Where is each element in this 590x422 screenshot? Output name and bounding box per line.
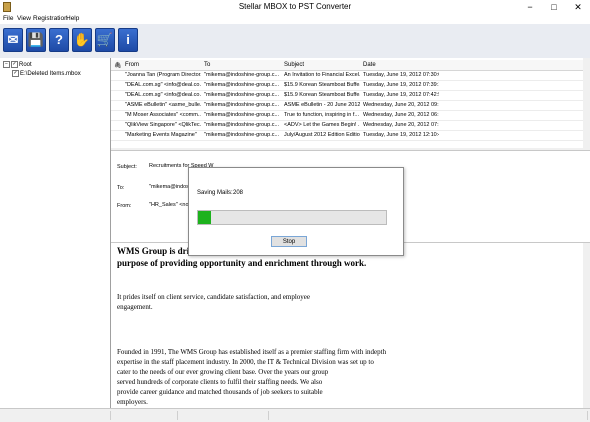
menu-bar: File View Registration Help xyxy=(0,14,590,24)
body-line: It prides itself on client service, cand… xyxy=(117,293,311,301)
from-cell: "M Moser Associates" <comm... xyxy=(125,112,201,118)
toolbar: ✉ 💾 ? ✋ 🛒 i xyxy=(0,24,590,59)
table-row[interactable]: "DEAL.com.sg" <info@deal.co... "mikema@in… xyxy=(111,81,583,91)
saving-count: 208 xyxy=(233,190,244,196)
status-segment xyxy=(0,411,111,420)
saving-label: Saving Mails: xyxy=(197,190,233,196)
body-line: served hundreds of corporate clients to … xyxy=(117,378,323,386)
menu-file[interactable]: File xyxy=(3,15,13,22)
help-icon[interactable]: ? xyxy=(49,28,69,52)
progress-fill xyxy=(198,211,212,224)
from-cell: "QlikView Singapore" <QlikTec... xyxy=(125,122,201,128)
date-cell: Tuesday, June 19, 2012 07:42:59 xyxy=(363,92,439,98)
close-button[interactable]: ✕ xyxy=(566,0,590,14)
attachment-icon[interactable]: 🖇 xyxy=(114,62,122,69)
body-line: Founded in 1991, The WMS Group has estab… xyxy=(117,348,387,356)
to-label: To: xyxy=(117,185,125,191)
status-segment xyxy=(269,411,588,420)
stop-button[interactable]: Stop xyxy=(271,236,307,247)
save-icon[interactable]: 💾 xyxy=(26,28,46,52)
tree-item-deleted-items[interactable]: ✓ E:\Deleted Items.mbox xyxy=(12,70,81,77)
from-cell: "Joanna Tan (Program Director... xyxy=(125,72,201,78)
body-line: engagement. xyxy=(117,303,153,311)
to-cell: "mikema@indoshine-group.c... xyxy=(204,132,280,138)
info-icon[interactable]: i xyxy=(118,28,138,52)
date-cell: Wednesday, June 20, 2012 06:3... xyxy=(363,112,439,118)
body-heading-2: purpose of providing opportunity and enr… xyxy=(117,258,367,268)
menu-view[interactable]: View xyxy=(17,15,31,22)
to-cell: "mikema@indoshine-group.c... xyxy=(204,102,280,108)
table-row[interactable]: "Marketing Events Magazine" "mikema@indos… xyxy=(111,131,583,141)
subject-cell: True to function, inspiring in f... xyxy=(284,112,359,118)
column-subject[interactable]: Subject xyxy=(284,62,304,68)
body-line: expertise in the staff placement industr… xyxy=(117,358,374,366)
status-bar xyxy=(0,408,590,422)
column-to[interactable]: To xyxy=(204,62,210,68)
list-header: 🖇 From To Subject Date xyxy=(111,60,583,71)
table-row[interactable]: "QlikView Singapore" <QlikTec... "mikema@… xyxy=(111,121,583,131)
cart-icon[interactable]: 🛒 xyxy=(95,28,115,52)
list-scrollbar[interactable] xyxy=(583,58,590,148)
table-row[interactable]: "ASME eBulletin" <asme_bulle... "mikema@i… xyxy=(111,101,583,111)
date-cell: Tuesday, June 19, 2012 07:30:08 xyxy=(363,72,439,78)
to-cell: "mikema@indoshine-group.c... xyxy=(204,82,280,88)
subject-cell: $15.9 Korean Steamboat Buffe... xyxy=(284,82,360,88)
status-segment xyxy=(111,411,178,420)
from-cell: "Marketing Events Magazine" xyxy=(125,132,197,138)
tree-root[interactable]: − ✓ Root xyxy=(3,61,32,68)
column-from[interactable]: From xyxy=(125,62,139,68)
table-row[interactable]: "M Moser Associates" <comm... "mikema@ind… xyxy=(111,111,583,121)
saving-dialog: Saving Mails: 208 Stop xyxy=(188,167,404,256)
date-cell: Tuesday, June 19, 2012 07:39:19 xyxy=(363,82,439,88)
to-cell: "mikema@indoshine-group.c... xyxy=(204,92,280,98)
to-cell: "mikema@indoshine-group.c... xyxy=(204,112,280,118)
title-bar: Stellar MBOX to PST Converter − □ ✕ xyxy=(0,0,590,14)
to-cell: "mikema@indoshine-group.c... xyxy=(204,72,280,78)
subject-cell: $15.9 Korean Steamboat Buffe... xyxy=(284,92,360,98)
to-cell: "mikema@indoshine-group.c... xyxy=(204,122,280,128)
subject-cell: An Invitation to Financial Excel... xyxy=(284,72,360,78)
folder-tree: − ✓ Root ✓ E:\Deleted Items.mbox xyxy=(0,58,111,408)
subject-cell: <ADV> Let the Games Begin! ... xyxy=(284,122,360,128)
checkbox-icon[interactable]: ✓ xyxy=(11,61,18,68)
maximize-button[interactable]: □ xyxy=(542,0,566,14)
body-scrollbar[interactable] xyxy=(583,243,590,409)
body-line: cater to the needs of our ever growing c… xyxy=(117,368,329,376)
from-cell: "DEAL.com.sg" <info@deal.co... xyxy=(125,92,201,98)
mail-list: 🖇 From To Subject Date "Joanna Tan (Prog… xyxy=(111,58,590,148)
menu-registration[interactable]: Registration xyxy=(33,15,68,22)
table-row[interactable]: "Joanna Tan (Program Director... "mikema@… xyxy=(111,71,583,81)
progress-bar xyxy=(197,210,387,225)
body-line: provide career guidance and matched thou… xyxy=(117,388,323,396)
column-date[interactable]: Date xyxy=(363,62,376,68)
expand-icon[interactable]: − xyxy=(3,61,10,68)
checkbox-icon[interactable]: ✓ xyxy=(12,70,19,77)
date-cell: Tuesday, June 19, 2012 12:10:43 xyxy=(363,132,439,138)
subject-cell: ASME eBulletin - 20 June 2012 xyxy=(284,102,360,108)
hand-icon[interactable]: ✋ xyxy=(72,28,92,52)
from-cell: "DEAL.com.sg" <info@deal.co... xyxy=(125,82,201,88)
minimize-button[interactable]: − xyxy=(518,0,542,14)
body-line: employers. xyxy=(117,398,148,406)
subject-label: Subject: xyxy=(117,164,137,170)
message-body: WMS Group is driven by passion and a sin… xyxy=(111,242,590,409)
status-segment xyxy=(178,411,269,420)
date-cell: Wednesday, June 20, 2012 09:5... xyxy=(363,102,439,108)
menu-help[interactable]: Help xyxy=(66,15,79,22)
table-row[interactable]: "DEAL.com.sg" <info@deal.co... "mikema@in… xyxy=(111,91,583,101)
window-title: Stellar MBOX to PST Converter xyxy=(238,2,352,11)
from-cell: "ASME eBulletin" <asme_bulle... xyxy=(125,102,201,108)
from-label: From: xyxy=(117,203,132,209)
subject-cell: July/August 2012 Edition Editio... xyxy=(284,132,360,138)
email-icon[interactable]: ✉ xyxy=(3,28,23,52)
date-cell: Wednesday, June 20, 2012 07:3... xyxy=(363,122,439,128)
